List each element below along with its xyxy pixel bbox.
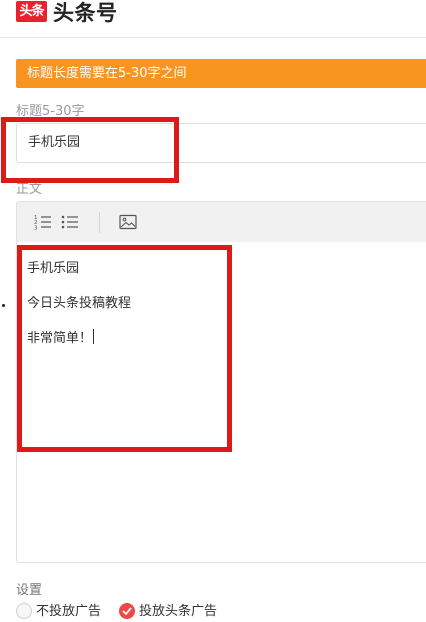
- radio-unchecked-icon: [16, 603, 32, 619]
- editor-paragraph: 今日头条投稿教程: [27, 296, 132, 311]
- stray-dot: [2, 304, 5, 307]
- unordered-list-icon[interactable]: [60, 212, 80, 232]
- radio-label: 不投放广告: [36, 604, 102, 619]
- radio-no-ads[interactable]: 不投放广告: [16, 602, 101, 622]
- settings-label: 设置: [16, 583, 43, 598]
- text-caret: [93, 329, 95, 344]
- toutiao-logo-text[interactable]: 头条号: [53, 0, 118, 27]
- image-icon[interactable]: [118, 212, 138, 232]
- rich-text-editor[interactable]: 1 2 3 手机乐园 今日头条投稿教程 非常简单！: [16, 201, 426, 563]
- title-length-warning: 标题长度需要在5-30字之间: [16, 59, 426, 88]
- body-field-label: 正文: [16, 182, 43, 197]
- toutiao-logo-badge[interactable]: 头条: [16, 1, 47, 22]
- editor-paragraph-text: 非常简单！: [27, 331, 93, 346]
- editor-toolbar: 1 2 3: [17, 202, 426, 242]
- ordered-list-icon[interactable]: 1 2 3: [33, 212, 53, 232]
- radio-toutiao-ads[interactable]: 投放头条广告: [119, 602, 217, 622]
- top-header: 头条 头条号: [0, 0, 426, 38]
- editor-paragraph: 手机乐园: [27, 261, 80, 276]
- radio-label: 投放头条广告: [139, 604, 218, 619]
- svg-text:3: 3: [34, 226, 38, 232]
- toolbar-divider: [99, 212, 100, 233]
- radio-checked-icon: [119, 603, 135, 619]
- editor-content[interactable]: 手机乐园 今日头条投稿教程 非常简单！: [27, 257, 417, 362]
- title-input[interactable]: 手机乐园: [16, 123, 426, 163]
- editor-paragraph: 非常简单！: [27, 327, 417, 362]
- title-field-label: 标题5-30字: [16, 104, 85, 119]
